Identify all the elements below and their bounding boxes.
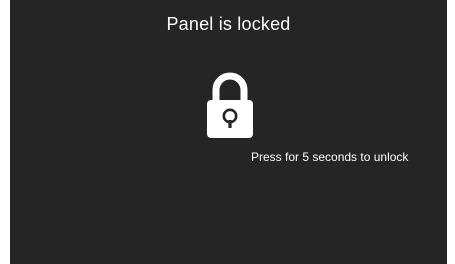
lock-screen: Panel is locked Press for 5 seconds to u…	[10, 0, 447, 264]
padlock-icon[interactable]	[205, 68, 255, 140]
lock-title: Panel is locked	[166, 14, 291, 34]
unlock-hint: Press for 5 seconds to unlock	[251, 150, 409, 164]
device-frame: Panel is locked Press for 5 seconds to u…	[0, 0, 455, 264]
